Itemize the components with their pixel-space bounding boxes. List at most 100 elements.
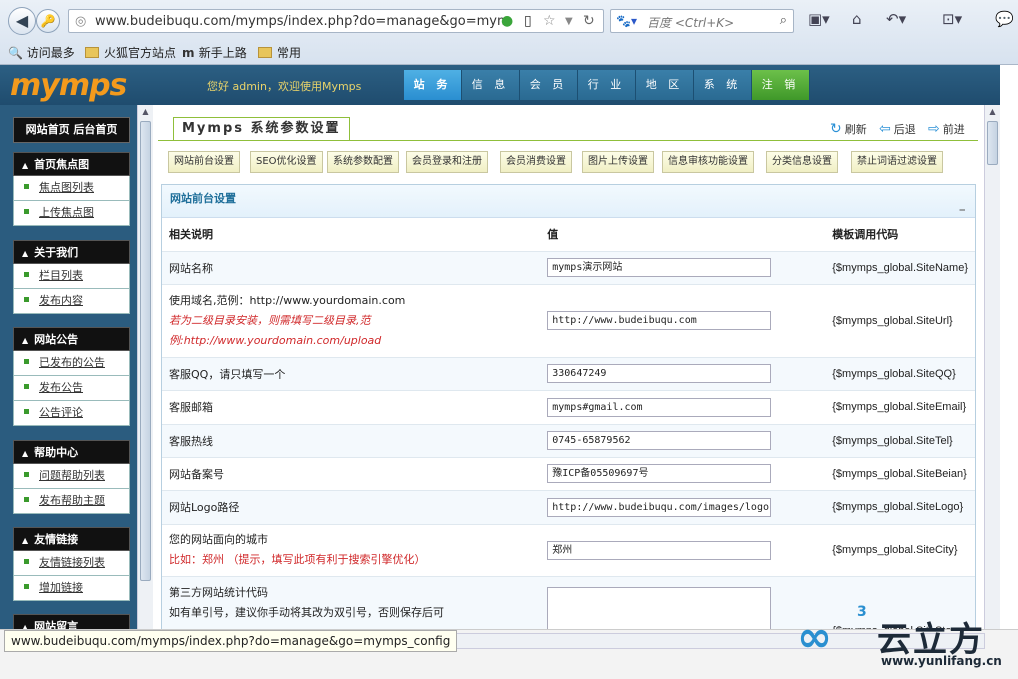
status-url: www.budeibuqu.com/mymps/index.php?do=man… bbox=[4, 630, 458, 652]
site-url-field[interactable]: http://www.budeibuqu.com bbox=[547, 311, 772, 330]
nav-logout[interactable]: 注 销 bbox=[752, 70, 810, 100]
tab-member-login[interactable]: 会员登录和注册 bbox=[406, 151, 488, 173]
star-icon[interactable]: ☆ bbox=[543, 13, 556, 29]
sidebar-item[interactable]: 发布内容 bbox=[13, 289, 130, 314]
most-visited-icon: 🔍 bbox=[8, 46, 27, 60]
sidebar-group-title[interactable]: 网站公告 bbox=[13, 327, 130, 351]
back-button[interactable]: ⇦ 后退 bbox=[879, 121, 916, 137]
sidebar-item[interactable]: 栏目列表 bbox=[13, 264, 130, 289]
refresh-button[interactable]: ↻ 刷新 bbox=[830, 121, 867, 137]
dropdown-icon[interactable]: ▼ bbox=[565, 16, 573, 27]
scroll-thumb[interactable] bbox=[140, 121, 151, 581]
logo-path-field[interactable]: http://www.budeibuqu.com/images/logo.gif bbox=[547, 497, 772, 517]
panel-header: 网站前台设置 _ bbox=[162, 185, 975, 218]
sidebar-group-title[interactable]: 网站留言 bbox=[13, 614, 130, 629]
nav-region[interactable]: 地 区 bbox=[636, 70, 694, 100]
scroll-up-icon[interactable]: ▲ bbox=[140, 107, 151, 116]
baidu-icon[interactable]: 🐾▾ bbox=[616, 14, 637, 28]
url-bar[interactable]: ◎ www.budeibuqu.com/mymps/index.php?do=m… bbox=[68, 9, 604, 33]
tel-field[interactable]: 0745-65879562 bbox=[547, 431, 772, 450]
table-row: 网站备案号 豫ICP备05509697号 {$mymps_global.Site… bbox=[162, 457, 975, 491]
sidebar-item[interactable]: 增加链接 bbox=[13, 576, 130, 601]
main-content: Mymps 系统参数设置 ↻ 刷新 ⇦ 后退 ⇨ 前进 网站前台设置 SEO优化设置 … bbox=[158, 105, 982, 629]
reload-icon[interactable]: ↻ bbox=[583, 13, 595, 29]
row-desc: 使用域名,范例：http://www.yourdomain.com bbox=[169, 293, 406, 307]
scroll-up-icon[interactable]: ▲ bbox=[987, 107, 998, 116]
table-row: 网站Logo路径 http://www.budeibuqu.com/images… bbox=[162, 490, 975, 525]
nav-members[interactable]: 会 员 bbox=[520, 70, 578, 100]
tab-image-upload[interactable]: 图片上传设置 bbox=[582, 151, 654, 173]
sidebar-group-title[interactable]: 关于我们 bbox=[13, 240, 130, 264]
crop-icon[interactable]: ⊡▾ bbox=[942, 10, 962, 28]
minimize-icon[interactable]: _ bbox=[960, 191, 966, 219]
undo-icon[interactable]: ↶▾ bbox=[886, 10, 906, 28]
qq-field[interactable]: 330647249 bbox=[547, 364, 772, 383]
sidebar-item[interactable]: 问题帮助列表 bbox=[13, 464, 130, 489]
sidebar-item[interactable]: 公告评论 bbox=[13, 401, 130, 426]
sidebar-item[interactable]: 发布帮助主题 bbox=[13, 489, 130, 514]
sidebar-scrollbar[interactable]: ▲ bbox=[137, 105, 153, 629]
bookmark-getting-started[interactable]: m 新手上路 bbox=[182, 44, 247, 61]
table-row: 客服QQ，请只填写一个 330647249 {$mymps_global.Sit… bbox=[162, 357, 975, 391]
bookmark-most-visited[interactable]: 🔍 访问最多 bbox=[8, 44, 75, 61]
scroll-thumb[interactable] bbox=[987, 121, 998, 165]
sidebar-item[interactable]: 已发布的公告 bbox=[13, 351, 130, 376]
row-desc: 客服热线 bbox=[162, 424, 541, 458]
back-icon[interactable]: ◀ bbox=[8, 7, 36, 35]
settings-table: 相关说明 值 模板调用代码 网站名称 mymps演示网站 {$mymps_glo… bbox=[162, 218, 975, 629]
nav-industry[interactable]: 行 业 bbox=[578, 70, 636, 100]
forward-button[interactable]: ⇨ 前进 bbox=[928, 121, 965, 137]
url-text[interactable]: www.budeibuqu.com/mymps/index.php?do=man… bbox=[95, 14, 505, 29]
stats-code-textarea[interactable] bbox=[547, 586, 772, 629]
tab-category-info[interactable]: 分类信息设置 bbox=[766, 151, 838, 173]
sidebar-group-title[interactable]: 友情链接 bbox=[13, 527, 130, 551]
sidebar-item[interactable]: 发布公告 bbox=[13, 376, 130, 401]
bookmarks-bar: 🔍 访问最多 火狐官方站点 m 新手上路 常用 bbox=[0, 40, 1018, 64]
table-row: 网站名称 mymps演示网站 {$mymps_global.SiteName} bbox=[162, 251, 975, 285]
site-logo: mymps bbox=[10, 68, 127, 103]
tab-front-settings[interactable]: 网站前台设置 bbox=[168, 151, 240, 173]
column-header: 模板调用代码 bbox=[825, 218, 975, 252]
bookmark-menu-icon[interactable]: ▣▾ bbox=[808, 10, 830, 28]
tab-system-params[interactable]: 系统参数配置 bbox=[327, 151, 399, 173]
table-row: 您的网站面向的城市 比如：郑州 （提示，填写此项有利于搜索引擎优化） 郑州 {$m… bbox=[162, 524, 975, 577]
nav-info[interactable]: 信 息 bbox=[462, 70, 520, 100]
sidebar-item[interactable]: 友情链接列表 bbox=[13, 551, 130, 576]
template-code: {$mymps_global.SiteCity} bbox=[825, 524, 975, 577]
city-field[interactable]: 郑州 bbox=[547, 540, 772, 560]
tab-info-review[interactable]: 信息审核功能设置 bbox=[662, 151, 754, 173]
sidebar-item[interactable]: 焦点图列表 bbox=[13, 176, 130, 201]
main-scrollbar[interactable]: ▲ bbox=[984, 105, 1000, 629]
identity-icon[interactable]: 🔑 bbox=[36, 9, 60, 33]
row-desc-extra: 如有单引号，建议你手动将其改为双引号，否则保存后可 bbox=[169, 605, 444, 619]
template-code: {$mymps_global.SiteEmail} bbox=[825, 390, 975, 425]
page-title: Mymps 系统参数设置 bbox=[173, 117, 350, 141]
sidebar-group-title[interactable]: 首页焦点图 bbox=[13, 152, 130, 176]
sidebar-item[interactable]: 上传焦点图 bbox=[13, 201, 130, 226]
tab-word-filter[interactable]: 禁止词语过滤设置 bbox=[851, 151, 943, 173]
search-bar[interactable]: 🐾▾ 百度 <Ctrl+K> ⌕ bbox=[610, 9, 794, 33]
sidebar-home-link[interactable]: 网站首页 后台首页 bbox=[13, 117, 130, 143]
search-icon[interactable]: ⌕ bbox=[780, 13, 787, 28]
nav-site-affairs[interactable]: 站 务 bbox=[404, 70, 462, 100]
mobile-icon[interactable]: ▯ bbox=[524, 13, 532, 29]
chat-icon[interactable]: 💬 bbox=[995, 10, 1014, 28]
web-page: mymps 您好 admin，欢迎使用Mymps 站 务 信 息 会 员 行 业… bbox=[0, 65, 1000, 629]
sidebar-group-title[interactable]: 帮助中心 bbox=[13, 440, 130, 464]
row-desc: 网站名称 bbox=[162, 251, 541, 285]
nav-system[interactable]: 系 统 bbox=[694, 70, 752, 100]
site-name-field[interactable]: mymps演示网站 bbox=[547, 258, 772, 277]
bookmark-firefox[interactable]: 火狐官方站点 bbox=[85, 44, 176, 61]
watermark-sup: 3 bbox=[857, 604, 867, 620]
watermark-logo: ∞ 3 云立方 www.yunlifang.cn bbox=[795, 600, 1005, 679]
tab-member-consume[interactable]: 会员消费设置 bbox=[500, 151, 572, 173]
watermark-url: www.yunlifang.cn bbox=[881, 654, 1002, 668]
email-field[interactable]: mymps#gmail.com bbox=[547, 397, 772, 417]
search-input[interactable]: 百度 <Ctrl+K> bbox=[647, 14, 734, 31]
bookmark-common[interactable]: 常用 bbox=[258, 44, 301, 61]
tab-seo[interactable]: SEO优化设置 bbox=[250, 151, 323, 173]
home-icon[interactable]: ⌂ bbox=[852, 10, 862, 28]
sidebar-group: 帮助中心 问题帮助列表 发布帮助主题 bbox=[13, 440, 130, 514]
go-icon[interactable]: ● bbox=[501, 13, 513, 29]
beian-field[interactable]: 豫ICP备05509697号 bbox=[547, 464, 772, 483]
